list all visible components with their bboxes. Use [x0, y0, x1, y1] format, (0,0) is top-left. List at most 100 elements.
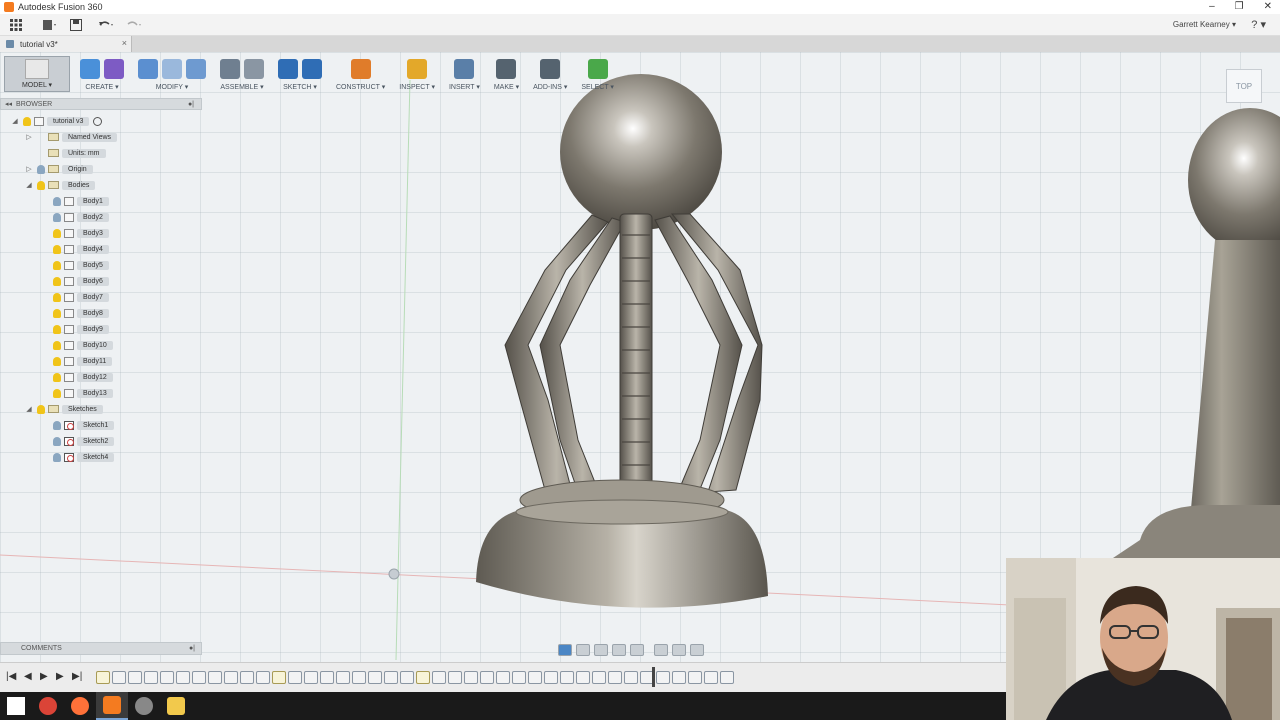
browser-item[interactable]: Body10 — [50, 338, 113, 352]
toolbar-group-label[interactable]: MODIFY ▾ — [156, 83, 189, 91]
timeline-feature-icon[interactable] — [400, 671, 414, 684]
activate-radio-icon[interactable] — [93, 116, 103, 126]
toolbar-group-label[interactable]: CONSTRUCT ▾ — [336, 83, 385, 91]
visibility-bulb-icon[interactable] — [53, 420, 61, 430]
visibility-bulb-icon[interactable] — [53, 452, 61, 462]
browser-item[interactable]: ◢ Sketches — [24, 402, 103, 416]
document-tab[interactable]: tutorial v3* × — [0, 36, 132, 52]
timeline-feature-icon[interactable] — [672, 671, 686, 684]
user-menu[interactable]: Garrett Kearney ▾ — [1173, 20, 1236, 29]
grid-settings-icon[interactable] — [672, 643, 686, 656]
timeline-feature-icon[interactable] — [304, 671, 318, 684]
browser-item[interactable]: Units: mm — [24, 146, 106, 160]
timeline-feature-icon[interactable] — [208, 671, 222, 684]
tool-icon[interactable] — [104, 59, 124, 79]
expand-icon[interactable]: ◢ — [24, 181, 34, 189]
help-menu[interactable]: ? ▾ — [1251, 18, 1266, 31]
timeline-feature-icon[interactable] — [496, 671, 510, 684]
browser-item[interactable]: Body7 — [50, 290, 109, 304]
timeline-play-button[interactable]: ▶ — [40, 671, 48, 682]
tool-icon[interactable] — [540, 59, 561, 79]
taskbar-item[interactable] — [0, 692, 32, 720]
toolbar-group-label[interactable]: ADD-INS ▾ — [533, 83, 567, 91]
tool-icon[interactable] — [278, 59, 298, 79]
timeline-marker[interactable] — [652, 667, 655, 687]
tool-icon[interactable] — [496, 59, 517, 79]
browser-item[interactable]: Body1 — [50, 194, 109, 208]
toolbar-group-label[interactable]: ASSEMBLE ▾ — [220, 83, 263, 91]
visibility-bulb-icon[interactable] — [53, 244, 61, 254]
visibility-bulb-icon[interactable] — [53, 276, 61, 286]
timeline-feature-icon[interactable] — [464, 671, 478, 684]
timeline-feature-icon[interactable] — [576, 671, 590, 684]
expand-icon[interactable]: ◢ — [24, 405, 34, 413]
tool-icon[interactable] — [80, 59, 100, 79]
timeline-feature-icon[interactable] — [288, 671, 302, 684]
close-window-button[interactable]: ✕ — [1264, 0, 1272, 14]
timeline-feature-icon[interactable] — [256, 671, 270, 684]
browser-item[interactable]: Body11 — [50, 354, 113, 368]
timeline-feature-icon[interactable] — [432, 671, 446, 684]
visibility-bulb-icon[interactable] — [37, 164, 45, 174]
toolbar-group[interactable]: INSERT ▾ — [445, 56, 484, 91]
timeline-feature-icon[interactable] — [128, 671, 142, 684]
tool-icon[interactable] — [587, 59, 608, 79]
viewcube[interactable]: TOP — [1226, 69, 1262, 103]
expand-icon[interactable]: ▷ — [24, 165, 34, 173]
timeline-feature-icon[interactable] — [512, 671, 526, 684]
browser-item[interactable]: Sketch2 — [50, 434, 115, 448]
browser-header[interactable]: ◂◂ BROWSER ●| — [0, 98, 202, 110]
save-icon[interactable] — [66, 16, 86, 34]
visibility-bulb-icon[interactable] — [53, 324, 61, 334]
toolbar-group[interactable]: MAKE ▾ — [490, 56, 523, 91]
visibility-bulb-icon[interactable] — [53, 260, 61, 270]
display-settings-icon[interactable] — [654, 643, 668, 656]
browser-item[interactable]: Sketch1 — [50, 418, 115, 432]
visibility-bulb-icon[interactable] — [53, 228, 61, 238]
visibility-bulb-icon[interactable] — [53, 308, 61, 318]
toolbar-group[interactable]: ASSEMBLE ▾ — [216, 56, 268, 91]
tool-icon[interactable] — [350, 59, 371, 79]
toolbar-group-label[interactable]: SELECT ▾ — [581, 83, 614, 91]
timeline-feature-icon[interactable] — [528, 671, 542, 684]
toolbar-group[interactable]: INSPECT ▾ — [395, 56, 439, 91]
timeline-feature-icon[interactable] — [176, 671, 190, 684]
timeline-feature-icon[interactable] — [720, 671, 734, 684]
toolbar-group[interactable]: MODIFY ▾ — [134, 56, 210, 91]
tool-icon[interactable] — [162, 59, 182, 79]
timeline-feature-icon[interactable] — [112, 671, 126, 684]
tool-icon[interactable] — [220, 59, 240, 79]
taskbar-item[interactable] — [96, 692, 128, 720]
browser-item[interactable]: Body6 — [50, 274, 109, 288]
timeline-sketch-icon[interactable] — [96, 671, 110, 684]
comments-panel[interactable]: COMMENTS ●| — [0, 642, 202, 655]
timeline-feature-icon[interactable] — [480, 671, 494, 684]
timeline-back-button[interactable]: ◀ — [24, 671, 32, 682]
expand-icon[interactable]: ▷ — [24, 133, 34, 141]
toolbar-group[interactable]: CREATE ▾ — [76, 56, 128, 91]
toolbar-group[interactable]: CONSTRUCT ▾ — [332, 56, 389, 91]
timeline-end-button[interactable]: ▶| — [72, 671, 82, 682]
toolbar-group[interactable]: SKETCH ▾ — [274, 56, 326, 91]
toolbar-group-label[interactable]: CREATE ▾ — [85, 83, 118, 91]
visibility-bulb-icon[interactable] — [53, 372, 61, 382]
visibility-bulb-icon[interactable] — [53, 340, 61, 350]
fit-icon[interactable] — [630, 643, 644, 656]
timeline-feature-icon[interactable] — [352, 671, 366, 684]
browser-item[interactable]: Body8 — [50, 306, 109, 320]
tool-icon[interactable] — [302, 59, 322, 79]
timeline-feature-icon[interactable] — [336, 671, 350, 684]
close-tab-icon[interactable]: × — [122, 38, 127, 48]
timeline-feature-icon[interactable] — [384, 671, 398, 684]
timeline-feature-icon[interactable] — [704, 671, 718, 684]
browser-item[interactable]: Body3 — [50, 226, 109, 240]
timeline-feature-icon[interactable] — [624, 671, 638, 684]
browser-item[interactable]: Body12 — [50, 370, 113, 384]
undo-icon[interactable] — [96, 16, 116, 34]
timeline-feature-icon[interactable] — [240, 671, 254, 684]
tool-icon[interactable] — [454, 59, 475, 79]
workspace-switcher[interactable]: MODEL ▾ — [4, 56, 70, 92]
toolbar-group-label[interactable]: SKETCH ▾ — [283, 83, 317, 91]
visibility-bulb-icon[interactable] — [23, 116, 31, 126]
maximize-button[interactable]: ❐ — [1235, 0, 1244, 14]
